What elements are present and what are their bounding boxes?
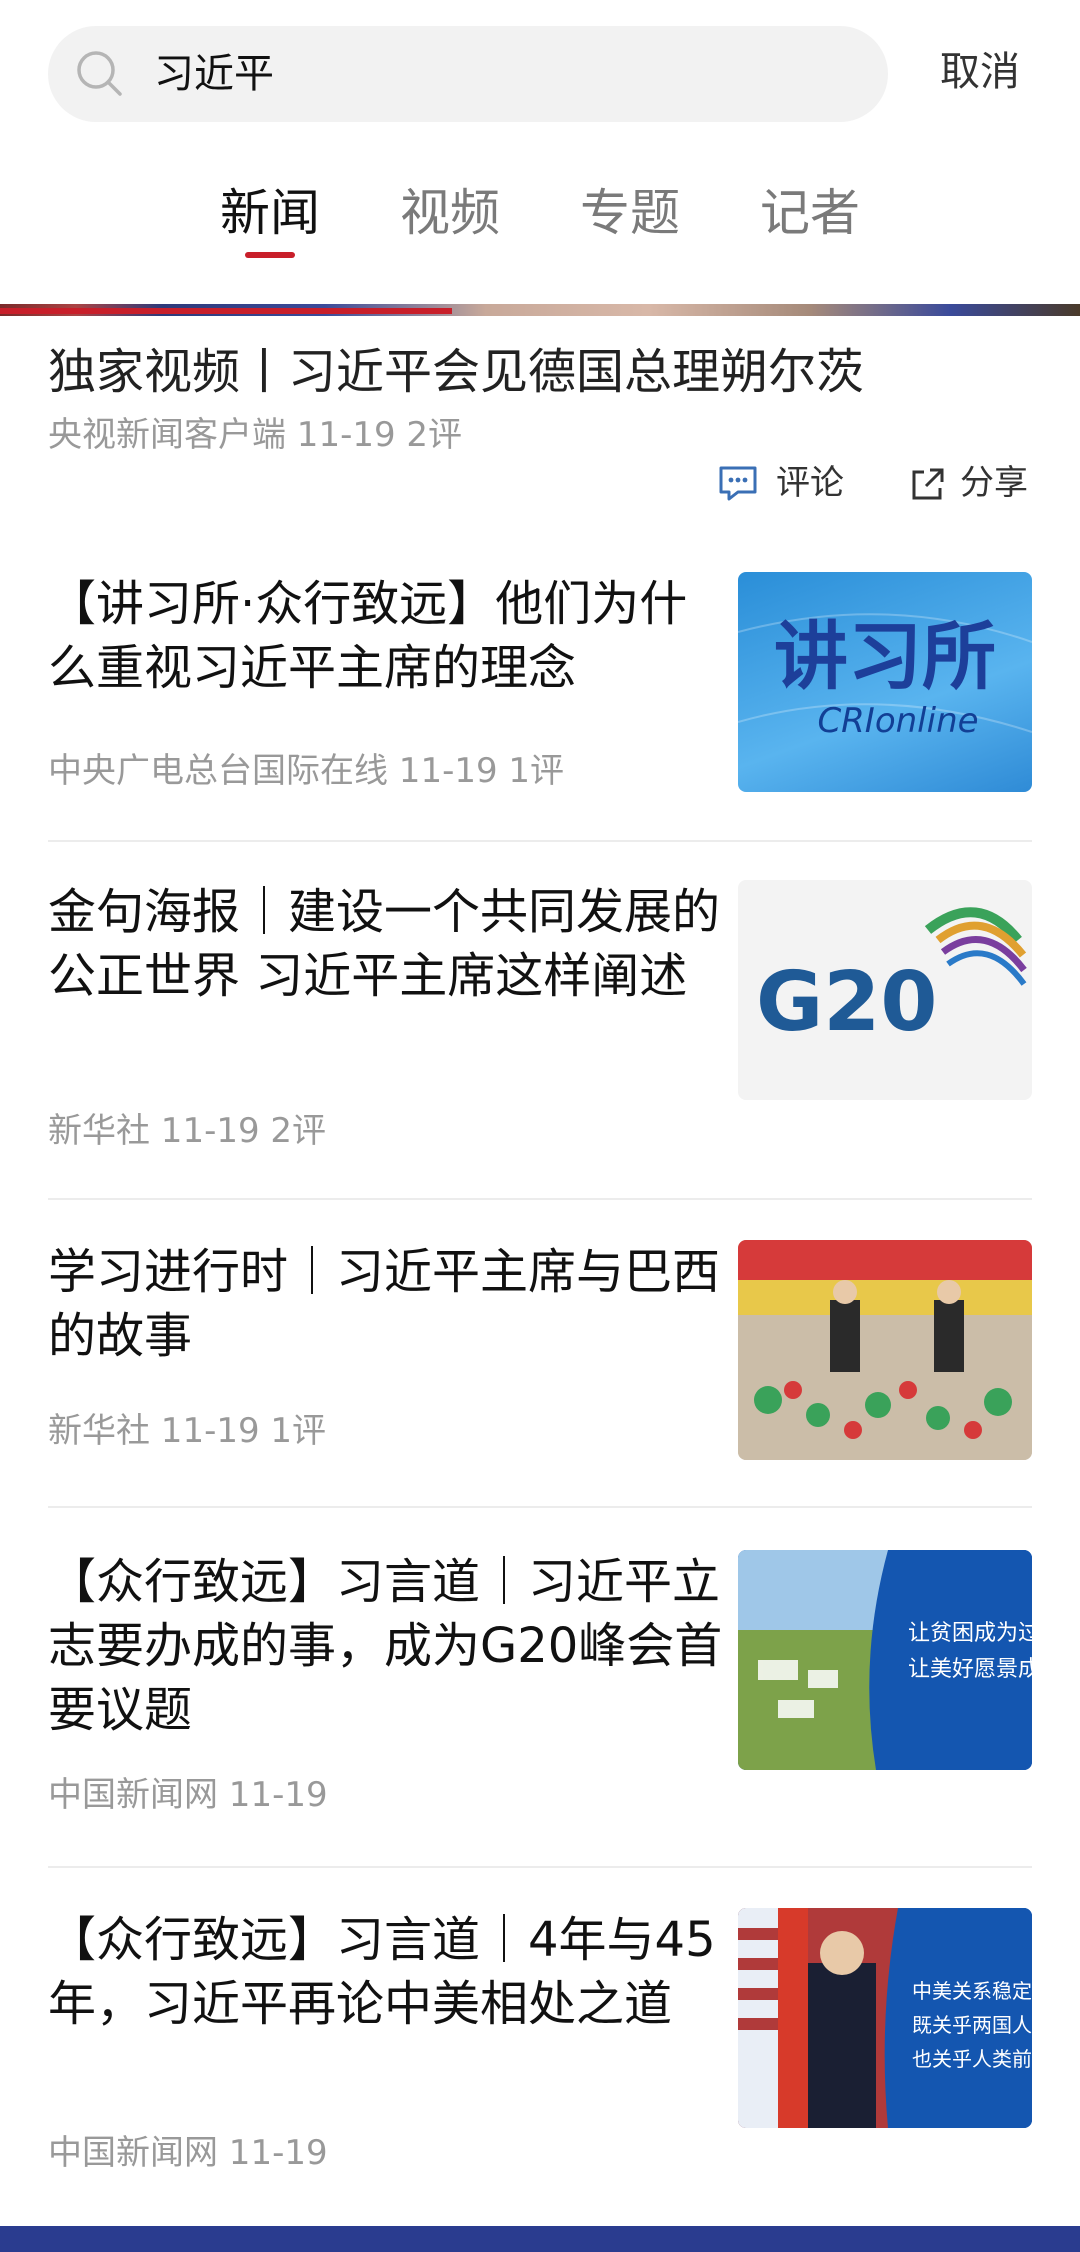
active-tab-indicator	[245, 252, 295, 258]
divider	[48, 1866, 1032, 1868]
search-bar[interactable]: 习近平	[48, 26, 888, 122]
news-thumbnail: 讲习所 CRIonline	[738, 572, 1032, 792]
thumb-caption-line: 让贫困成为过去,	[908, 1621, 1032, 1646]
news-meta: 中国新闻网 11-19	[48, 2133, 328, 2173]
featured-meta: 央视新闻客户端 11-19 2评	[48, 415, 463, 455]
news-meta: 新华社 11-19 1评	[48, 1411, 327, 1451]
tab-topics[interactable]: 专题	[580, 178, 680, 248]
thumb-caption-line: 中美关系稳定发	[912, 1979, 1032, 2003]
news-thumbnail: 让贫困成为过去, 让美好愿景成为	[738, 1550, 1032, 1770]
share-label: 分享	[960, 463, 1028, 503]
thumb-brand-text: 讲习所	[774, 614, 996, 700]
news-thumbnail: 中美关系稳定发 既关乎两国人民 也关乎人类前途	[738, 1908, 1032, 2128]
news-title: 【讲习所·众行致远】他们为什么重视习近平主席的理念	[48, 576, 688, 696]
news-item[interactable]: 金句海报｜建设一个共同发展的公正世界 习近平主席这样阐述 新华社 11-19 2…	[48, 880, 1032, 1180]
news-title: 【众行致远】习言道｜习近平立志要办成的事，成为G20峰会首要议题	[48, 1554, 723, 1738]
news-thumbnail	[738, 1240, 1032, 1460]
news-meta: 中国新闻网 11-19	[48, 1775, 328, 1815]
news-title: 学习进行时｜习近平主席与巴西的故事	[48, 1244, 721, 1364]
featured-title[interactable]: 独家视频丨习近平会见德国总理朔尔茨	[48, 340, 864, 404]
cancel-button[interactable]: 取消	[940, 44, 1020, 100]
news-item[interactable]: 【众行致远】习言道｜4年与45年，习近平再论中美相处之道 中国新闻网 11-19…	[48, 1908, 1032, 2188]
tab-bar: 新闻 视频 专题 记者	[0, 178, 1080, 258]
divider	[48, 1506, 1032, 1508]
news-title: 金句海报｜建设一个共同发展的公正世界 习近平主席这样阐述	[48, 884, 721, 1004]
divider	[48, 1198, 1032, 1200]
bottom-banner-edge[interactable]	[0, 2226, 1080, 2252]
search-icon	[77, 51, 122, 96]
thumb-caption-line: 让美好愿景成为	[908, 1657, 1032, 1682]
divider	[48, 840, 1032, 842]
search-input[interactable]: 习近平	[154, 46, 274, 102]
share-icon	[912, 468, 944, 500]
news-item[interactable]: 【众行致远】习言道｜习近平立志要办成的事，成为G20峰会首要议题 中国新闻网 1…	[48, 1550, 1032, 1830]
news-item[interactable]: 【讲习所·众行致远】他们为什么重视习近平主席的理念 中央广电总台国际在线 11-…	[48, 572, 1032, 804]
tab-news[interactable]: 新闻	[220, 178, 320, 248]
news-item[interactable]: 学习进行时｜习近平主席与巴西的故事 新华社 11-19 1评	[48, 1240, 1032, 1470]
thumb-caption-line: 也关乎人类前途	[912, 2047, 1032, 2071]
tab-reporters[interactable]: 记者	[760, 178, 860, 248]
featured-progress-mark	[0, 308, 452, 314]
news-meta: 新华社 11-19 2评	[48, 1111, 327, 1151]
comment-label: 评论	[776, 463, 844, 503]
thumb-caption-line: 既关乎两国人民	[912, 2013, 1032, 2037]
comment-icon	[719, 466, 757, 501]
news-thumbnail: G20	[738, 880, 1032, 1100]
news-meta: 中央广电总台国际在线 11-19 1评	[48, 751, 565, 791]
news-title: 【众行致远】习言道｜4年与45年，习近平再论中美相处之道	[48, 1912, 716, 2032]
thumb-sub-text: CRIonline	[817, 701, 978, 741]
tab-video[interactable]: 视频	[400, 178, 500, 248]
thumb-g20-logo-text: G20	[756, 955, 937, 1050]
